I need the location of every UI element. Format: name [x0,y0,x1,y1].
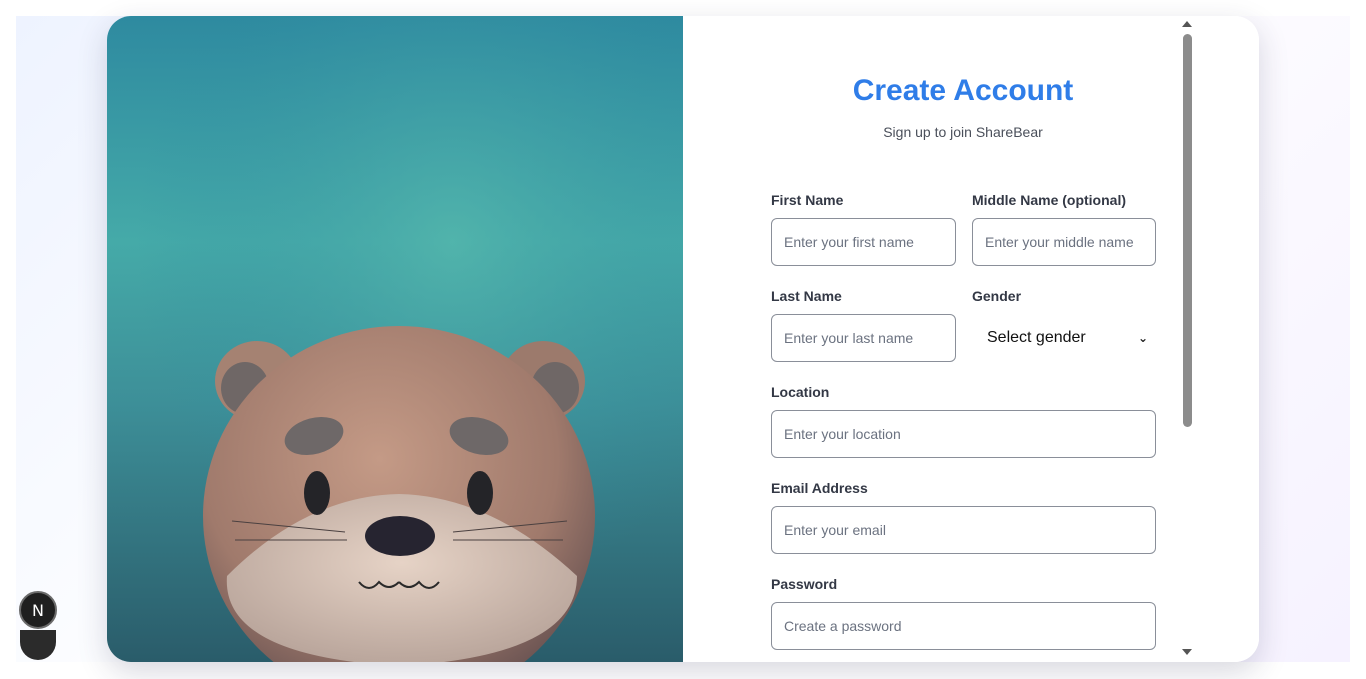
page-subtitle: Sign up to join ShareBear [883,124,1043,140]
middle-name-input[interactable] [972,218,1156,266]
gender-select[interactable]: Select gender ⌄ [972,314,1156,362]
password-input[interactable] [771,602,1156,650]
last-name-label: Last Name [771,288,842,304]
signup-card: Create Account Sign up to join ShareBear… [107,16,1259,662]
gender-label: Gender [972,288,1022,304]
page-title: Create Account [852,74,1074,107]
middle-name-label: Middle Name (optional) [972,192,1126,208]
location-input[interactable] [771,410,1156,458]
email-input[interactable] [771,506,1156,554]
scrollbar-thumb[interactable] [1183,34,1192,427]
arrow-up-icon[interactable] [1182,21,1192,27]
signup-form-panel: Create Account Sign up to join ShareBear… [683,16,1259,662]
first-name-input[interactable] [771,218,956,266]
hero-illustration [107,16,683,662]
email-label: Email Address [771,480,868,496]
gender-select-value: Select gender [987,329,1086,346]
first-name-label: First Name [771,192,844,208]
otter-mascot-image [107,16,683,662]
chevron-down-icon: ⌄ [1137,331,1148,345]
password-label: Password [771,576,838,592]
dev-badge-letter: N [32,600,44,620]
nextjs-dev-badge[interactable]: N [19,591,57,629]
arrow-down-icon[interactable] [1182,649,1192,655]
last-name-input[interactable] [771,314,956,362]
location-label: Location [771,384,830,400]
